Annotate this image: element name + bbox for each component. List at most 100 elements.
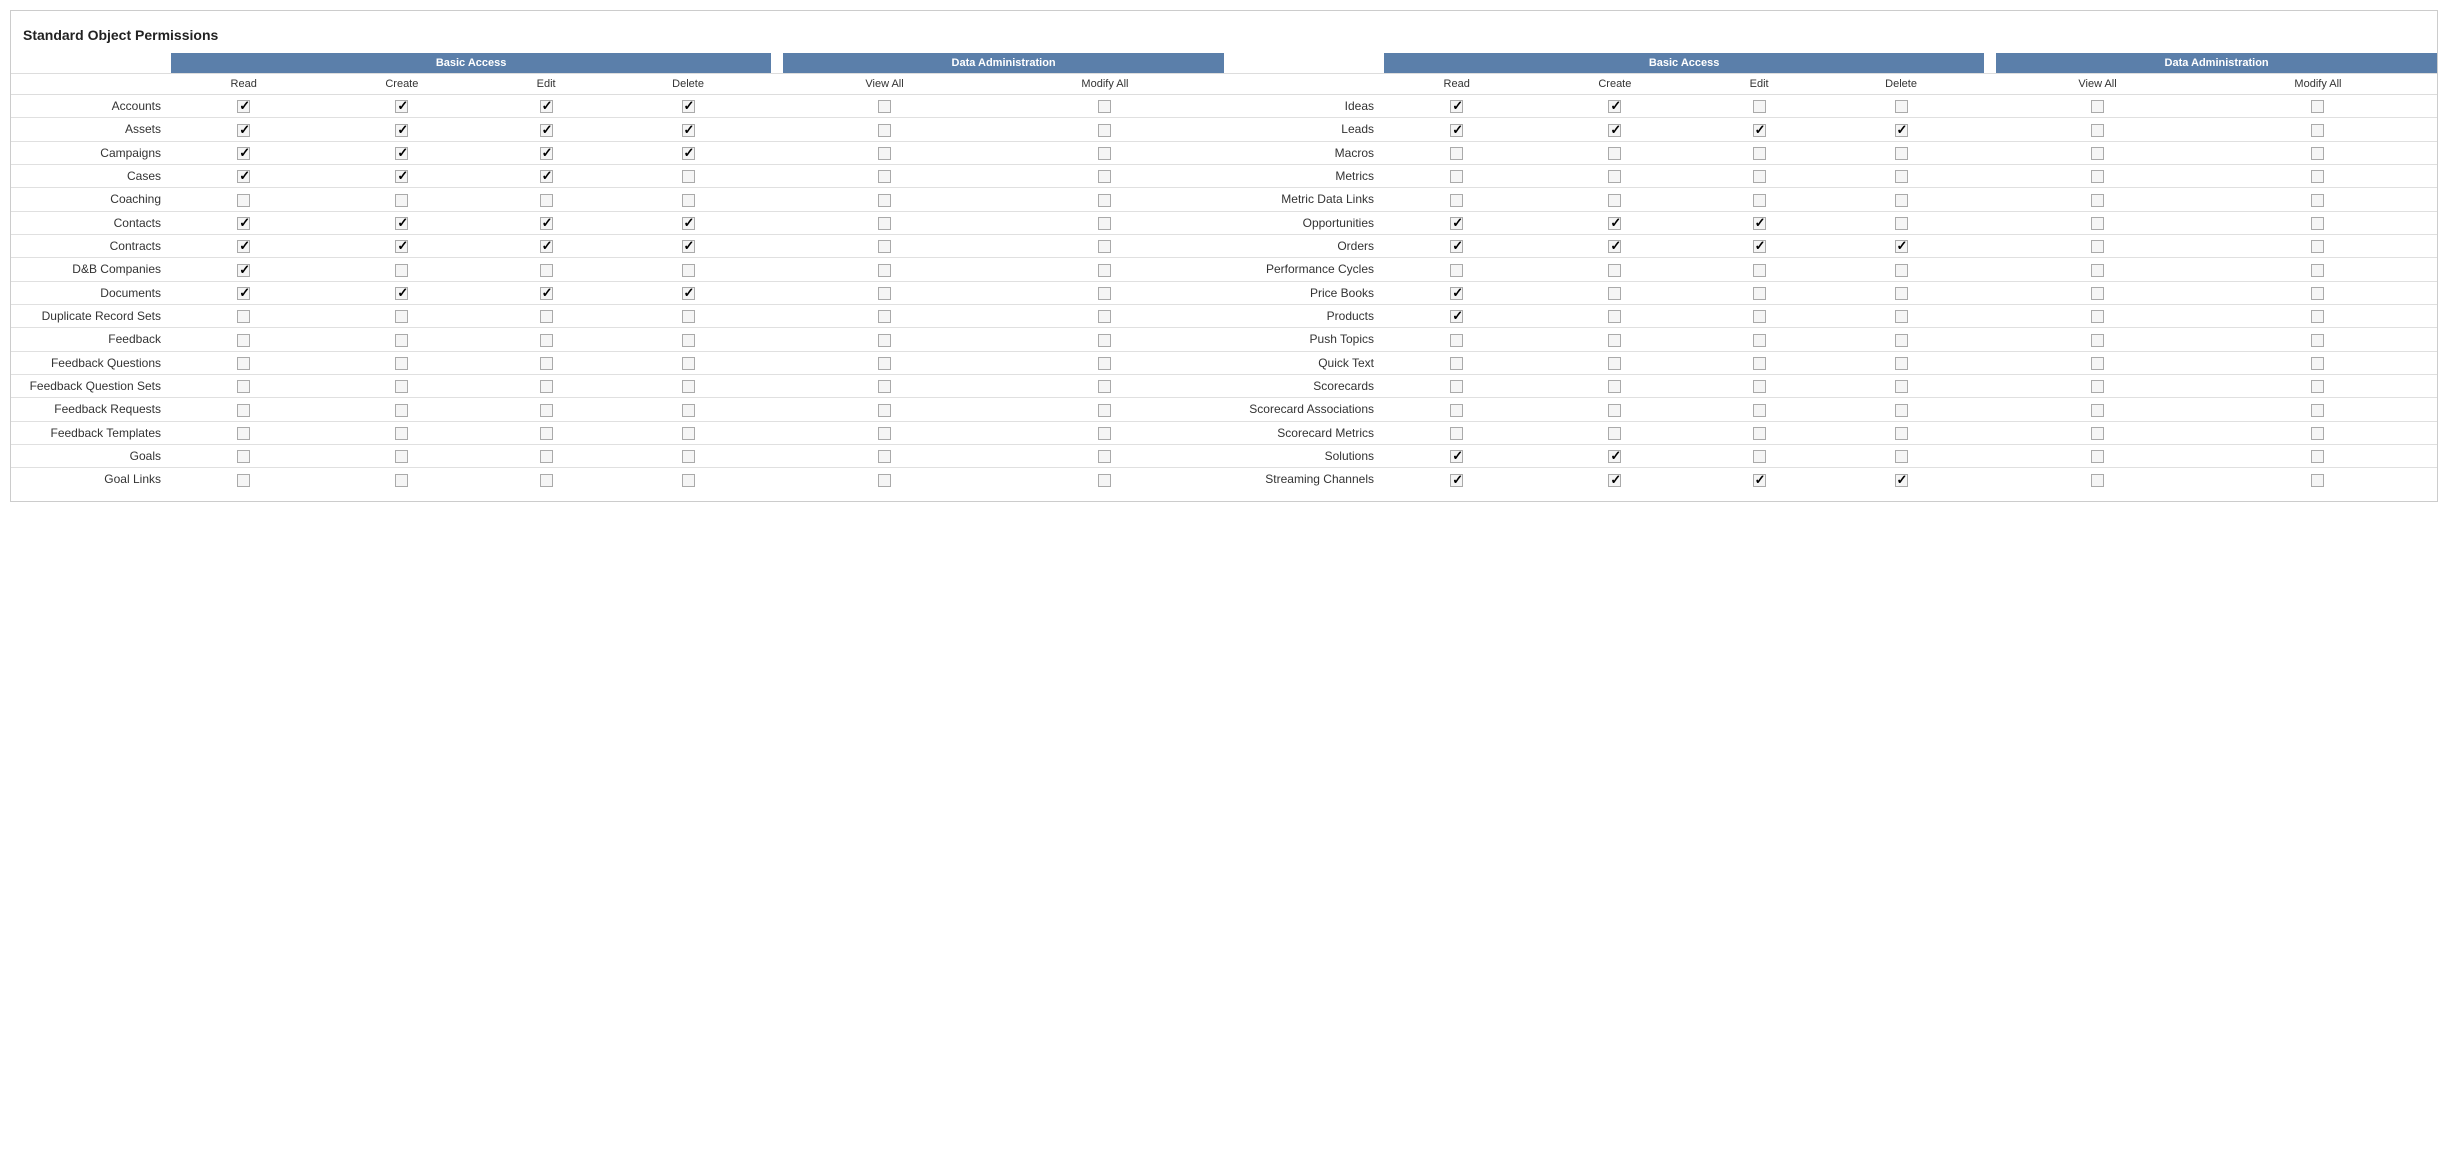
permission-cell[interactable] [1384, 374, 1529, 397]
permission-cell[interactable] [605, 188, 771, 211]
permission-cell[interactable] [986, 141, 1224, 164]
permission-cell[interactable] [1996, 444, 2199, 467]
permission-cell[interactable] [986, 281, 1224, 304]
permission-cell[interactable] [1529, 164, 1700, 187]
permission-cell[interactable] [316, 258, 487, 281]
unchecked-checkbox[interactable] [878, 124, 891, 137]
unchecked-checkbox[interactable] [540, 450, 553, 463]
permission-cell[interactable] [1700, 164, 1818, 187]
permission-cell[interactable] [1529, 444, 1700, 467]
unchecked-checkbox[interactable] [2311, 450, 2324, 463]
permission-cell[interactable] [1996, 468, 2199, 491]
checked-checkbox[interactable] [1450, 124, 1463, 137]
permission-cell[interactable] [316, 281, 487, 304]
permission-cell[interactable] [1996, 234, 2199, 257]
permission-cell[interactable] [316, 234, 487, 257]
unchecked-checkbox[interactable] [682, 474, 695, 487]
unchecked-checkbox[interactable] [1608, 170, 1621, 183]
checked-checkbox[interactable] [395, 287, 408, 300]
unchecked-checkbox[interactable] [1450, 334, 1463, 347]
permission-cell[interactable] [783, 468, 986, 491]
unchecked-checkbox[interactable] [395, 427, 408, 440]
permission-cell[interactable] [783, 281, 986, 304]
permission-cell[interactable] [986, 468, 1224, 491]
unchecked-checkbox[interactable] [1098, 217, 1111, 230]
permission-cell[interactable] [783, 374, 986, 397]
unchecked-checkbox[interactable] [1753, 380, 1766, 393]
unchecked-checkbox[interactable] [1895, 310, 1908, 323]
unchecked-checkbox[interactable] [1753, 194, 1766, 207]
unchecked-checkbox[interactable] [682, 380, 695, 393]
unchecked-checkbox[interactable] [1450, 357, 1463, 370]
checked-checkbox[interactable] [1608, 240, 1621, 253]
unchecked-checkbox[interactable] [395, 357, 408, 370]
checked-checkbox[interactable] [1753, 217, 1766, 230]
unchecked-checkbox[interactable] [2091, 287, 2104, 300]
unchecked-checkbox[interactable] [1098, 170, 1111, 183]
permission-cell[interactable] [1529, 328, 1700, 351]
permission-cell[interactable] [605, 258, 771, 281]
permission-cell[interactable] [783, 328, 986, 351]
permission-cell[interactable] [1384, 398, 1529, 421]
permission-cell[interactable] [783, 444, 986, 467]
permission-cell[interactable] [1700, 188, 1818, 211]
permission-cell[interactable] [605, 164, 771, 187]
permission-cell[interactable] [2199, 281, 2437, 304]
permission-cell[interactable] [316, 351, 487, 374]
permission-cell[interactable] [1996, 118, 2199, 141]
permission-cell[interactable] [1996, 281, 2199, 304]
unchecked-checkbox[interactable] [2311, 124, 2324, 137]
unchecked-checkbox[interactable] [682, 170, 695, 183]
unchecked-checkbox[interactable] [878, 450, 891, 463]
permission-cell[interactable] [1818, 398, 1984, 421]
unchecked-checkbox[interactable] [540, 264, 553, 277]
unchecked-checkbox[interactable] [1753, 427, 1766, 440]
permission-cell[interactable] [171, 118, 316, 141]
permission-cell[interactable] [1996, 188, 2199, 211]
permission-cell[interactable] [487, 328, 605, 351]
permission-cell[interactable] [986, 374, 1224, 397]
permission-cell[interactable] [986, 304, 1224, 327]
checked-checkbox[interactable] [395, 217, 408, 230]
permission-cell[interactable] [1384, 164, 1529, 187]
unchecked-checkbox[interactable] [2091, 310, 2104, 323]
permission-cell[interactable] [2199, 304, 2437, 327]
unchecked-checkbox[interactable] [1608, 287, 1621, 300]
unchecked-checkbox[interactable] [1098, 450, 1111, 463]
permission-cell[interactable] [605, 118, 771, 141]
unchecked-checkbox[interactable] [1608, 310, 1621, 323]
permission-cell[interactable] [1700, 118, 1818, 141]
permission-cell[interactable] [783, 211, 986, 234]
permission-cell[interactable] [605, 281, 771, 304]
permission-cell[interactable] [171, 164, 316, 187]
unchecked-checkbox[interactable] [2091, 147, 2104, 160]
permission-cell[interactable] [316, 188, 487, 211]
permission-cell[interactable] [1700, 211, 1818, 234]
permission-cell[interactable] [1529, 398, 1700, 421]
permission-cell[interactable] [1700, 444, 1818, 467]
unchecked-checkbox[interactable] [1895, 170, 1908, 183]
permission-cell[interactable] [316, 398, 487, 421]
permission-cell[interactable] [1384, 211, 1529, 234]
permission-cell[interactable] [2199, 444, 2437, 467]
permission-cell[interactable] [316, 328, 487, 351]
permission-cell[interactable] [487, 234, 605, 257]
permission-cell[interactable] [316, 304, 487, 327]
checked-checkbox[interactable] [1608, 100, 1621, 113]
unchecked-checkbox[interactable] [878, 310, 891, 323]
permission-cell[interactable] [986, 211, 1224, 234]
unchecked-checkbox[interactable] [540, 474, 553, 487]
permission-cell[interactable] [1529, 141, 1700, 164]
permission-cell[interactable] [1818, 374, 1984, 397]
unchecked-checkbox[interactable] [540, 357, 553, 370]
unchecked-checkbox[interactable] [1098, 334, 1111, 347]
permission-cell[interactable] [171, 398, 316, 421]
unchecked-checkbox[interactable] [2091, 240, 2104, 253]
permission-cell[interactable] [487, 141, 605, 164]
unchecked-checkbox[interactable] [1098, 357, 1111, 370]
permission-cell[interactable] [1529, 95, 1700, 118]
checked-checkbox[interactable] [1450, 310, 1463, 323]
permission-cell[interactable] [1818, 328, 1984, 351]
checked-checkbox[interactable] [1895, 240, 1908, 253]
permission-cell[interactable] [605, 444, 771, 467]
